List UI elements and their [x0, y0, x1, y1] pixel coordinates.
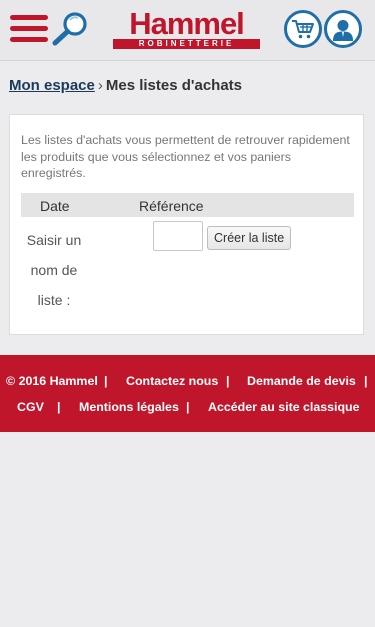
footer-copyright: © 2016 Hammel — [6, 374, 98, 388]
footer-separator: | — [226, 374, 230, 388]
menu-bar — [10, 26, 48, 31]
menu-bar — [10, 37, 48, 42]
create-list-button[interactable]: Créer la liste — [207, 226, 292, 250]
shopping-lists-panel: Les listes d'achats vous permettent de r… — [9, 114, 364, 335]
footer-link-classic-site[interactable]: Accéder au site classique — [208, 400, 360, 414]
breadcrumb: Mon espace › Mes listes d'achats — [9, 77, 242, 94]
footer-link-contact[interactable]: Contactez nous — [126, 374, 218, 388]
footer-link-quote-request[interactable]: Demande de devis — [247, 374, 356, 388]
footer-separator: | — [104, 374, 108, 388]
table-header: Date Référence — [21, 193, 354, 217]
logo-subtext: ROBINETTERIE — [113, 39, 260, 49]
header: Hammel ROBINETTERIE — [0, 0, 375, 61]
hamburger-menu-icon[interactable] — [10, 13, 50, 45]
page-title: Mes listes d'achats — [105, 77, 243, 94]
user-account-icon[interactable] — [324, 10, 362, 48]
intro-text: Les listes d'achats vous permettent de r… — [21, 133, 350, 180]
menu-bar — [10, 15, 48, 20]
footer-separator: | — [364, 374, 368, 388]
shopping-cart-icon[interactable] — [284, 10, 322, 48]
column-header-reference: Référence — [139, 198, 204, 214]
breadcrumb-link-mon-espace[interactable]: Mon espace — [9, 77, 95, 94]
list-name-label: Saisir un nom de liste : — [26, 232, 82, 308]
breadcrumb-separator: › — [97, 77, 103, 94]
footer-link-cgv[interactable]: CGV — [17, 400, 44, 414]
list-name-input[interactable] — [153, 221, 203, 251]
footer-separator: | — [186, 400, 190, 414]
footer-link-legal-notices[interactable]: Mentions légales — [79, 400, 179, 414]
hammel-logo[interactable]: Hammel ROBINETTERIE — [113, 6, 260, 50]
logo-text: Hammel — [129, 6, 245, 41]
magnifier-icon[interactable] — [51, 11, 89, 47]
footer-separator: | — [57, 400, 61, 414]
column-header-date: Date — [40, 198, 70, 214]
footer: © 2016 Hammel | Contactez nous | Demande… — [0, 355, 375, 432]
